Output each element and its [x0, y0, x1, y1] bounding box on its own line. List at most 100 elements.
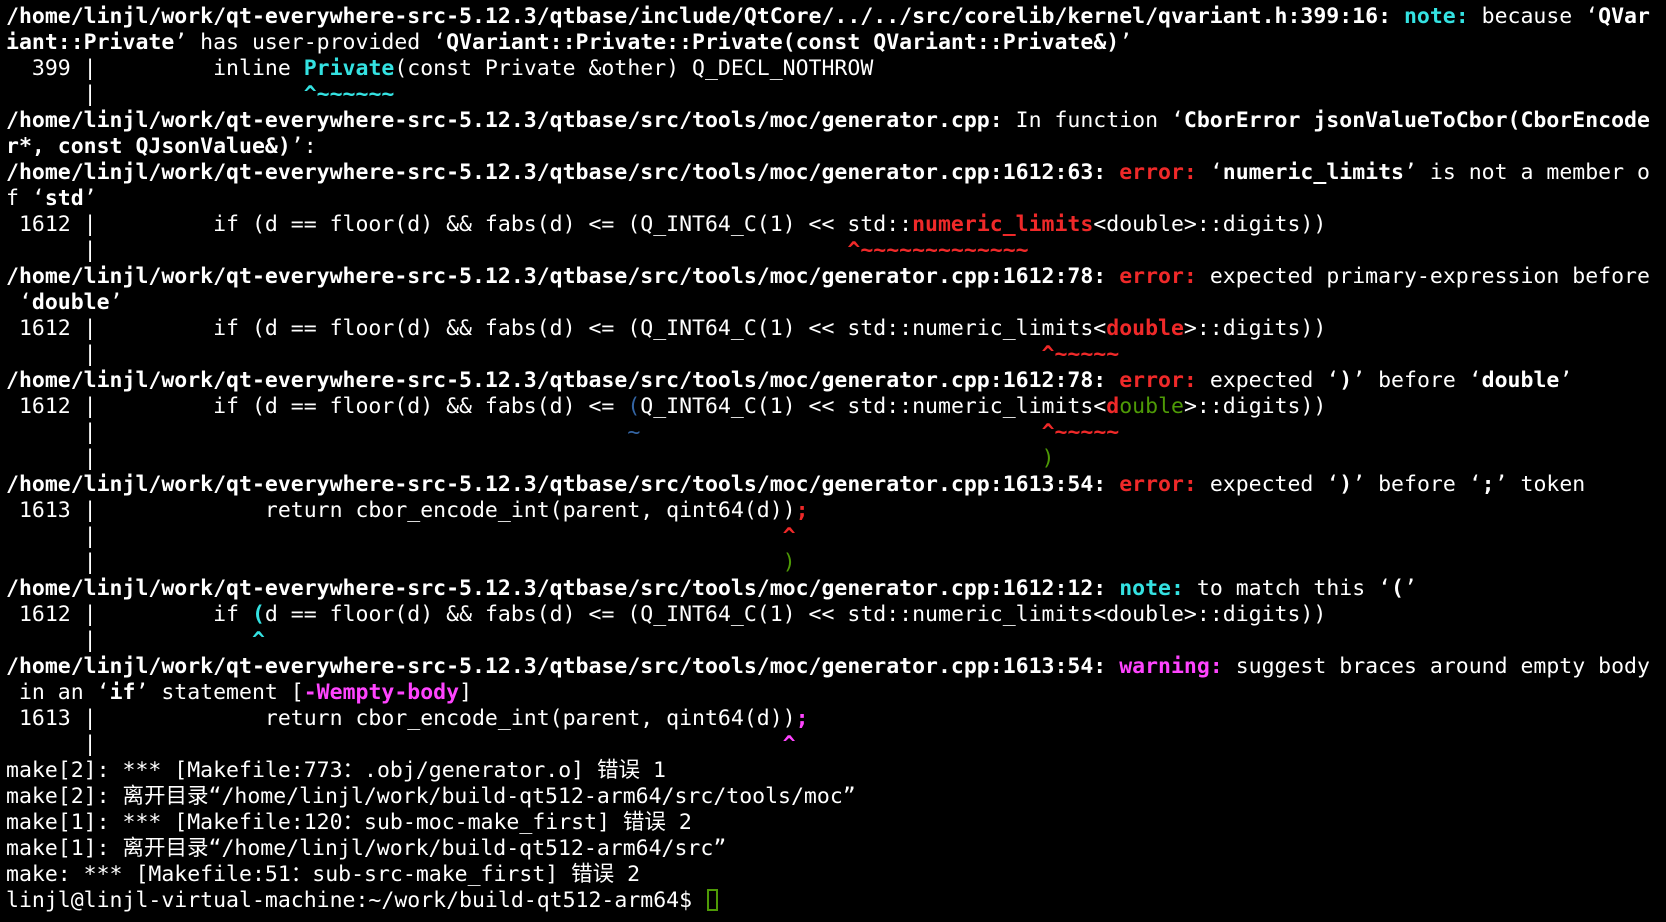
- output-line: /home/linjl/work/qt-everywhere-src-5.12.…: [6, 108, 1666, 134]
- output-segment: ;: [795, 706, 809, 731]
- output-segment: /home/linjl/work/qt-everywhere-src-5.12.…: [6, 264, 1120, 289]
- output-segment: 1613 | return cbor_encode_int(parent, qi…: [6, 498, 796, 523]
- output-segment: expected ‘: [1196, 472, 1340, 497]
- terminal-window[interactable]: /home/linjl/work/qt-everywhere-src-5.12.…: [0, 0, 1666, 922]
- output-segment: 1612 | if (d == floor(d) && fabs(d) <= (…: [6, 316, 1107, 341]
- output-segment: ’: [1404, 576, 1417, 601]
- output-line: r*, const QJsonValue&)’:: [6, 134, 1666, 160]
- output-segment: make[1]: 离开目录“/home/linjl/work/build-qt5…: [6, 836, 727, 861]
- output-segment: |: [6, 82, 304, 107]
- output-segment: ’ before ‘: [1352, 368, 1482, 393]
- output-segment: ’ is not a member o: [1403, 160, 1650, 185]
- output-segment: ’:: [290, 134, 317, 159]
- output-segment: 1612 | if: [6, 602, 252, 627]
- output-line: 1612 | if (d == floor(d) && fabs(d) <= (…: [6, 394, 1666, 420]
- output-segment: because ‘: [1468, 4, 1599, 29]
- output-segment: /home/linjl/work/qt-everywhere-src-5.12.…: [6, 4, 1404, 29]
- output-line: | ^~~~~~~: [6, 82, 1666, 108]
- output-segment: error:: [1119, 160, 1197, 185]
- output-segment: iant::Private: [6, 30, 175, 55]
- output-segment: ‘: [1196, 160, 1223, 185]
- output-segment: numeric_limits: [1222, 160, 1404, 185]
- output-segment: std: [44, 186, 84, 211]
- output-segment: ’: [1559, 368, 1573, 393]
- output-segment: /home/linjl/work/qt-everywhere-src-5.12.…: [6, 160, 1120, 185]
- output-segment: <double>::digits)): [1093, 212, 1327, 237]
- output-segment: ‘: [6, 290, 32, 315]
- output-segment: (: [1391, 576, 1404, 601]
- output-line: /home/linjl/work/qt-everywhere-src-5.12.…: [6, 264, 1666, 290]
- output-segment: CborError jsonValueToCbor(CborEncode: [1183, 108, 1650, 133]
- output-segment: double: [1106, 316, 1184, 341]
- output-line: | ^~~~~~~~~~~~~~: [6, 238, 1666, 264]
- output-segment: ^: [251, 628, 265, 653]
- output-segment: [640, 420, 1041, 445]
- output-segment: ;: [795, 498, 809, 523]
- output-segment: ’: [1119, 30, 1133, 55]
- output-line: /home/linjl/work/qt-everywhere-src-5.12.…: [6, 368, 1666, 394]
- output-line: | ^: [6, 628, 1666, 654]
- output-line: make[1]: 离开目录“/home/linjl/work/build-qt5…: [6, 836, 1666, 862]
- output-line: make: *** [Makefile:51：sub-src-make_firs…: [6, 862, 1666, 888]
- output-segment: ): [1339, 472, 1353, 497]
- output-segment: |: [6, 446, 1042, 471]
- output-segment: (: [627, 394, 641, 419]
- output-segment: make: *** [Makefile:51：sub-src-make_firs…: [6, 862, 641, 887]
- output-segment: QVar: [1598, 4, 1650, 29]
- output-segment: -Wempty-body: [303, 680, 460, 705]
- output-segment: ^: [782, 524, 796, 549]
- output-segment: QVariant::Private::Private(const QVarian…: [446, 30, 1120, 55]
- output-segment: ^~~~~~: [1041, 342, 1120, 367]
- output-segment: in an ‘: [6, 680, 110, 705]
- output-segment: ): [782, 550, 796, 575]
- output-segment: ’: [83, 186, 97, 211]
- output-segment: ;: [1481, 472, 1495, 497]
- output-segment: ): [1339, 368, 1353, 393]
- output-segment: r*, const QJsonValue&): [6, 134, 291, 159]
- output-line: /home/linjl/work/qt-everywhere-src-5.12.…: [6, 160, 1666, 186]
- output-segment: double: [1481, 368, 1560, 393]
- output-segment: ^~~~~~: [1041, 420, 1120, 445]
- output-segment: d: [1106, 394, 1120, 419]
- output-segment: Private: [303, 56, 395, 81]
- output-segment: |: [6, 732, 783, 757]
- output-segment: expected ‘: [1196, 368, 1340, 393]
- output-segment: make[2]: 离开目录“/home/linjl/work/build-qt5…: [6, 784, 856, 809]
- output-segment: error:: [1119, 368, 1197, 393]
- output-line: in an ‘if’ statement [-Wempty-body]: [6, 680, 1666, 706]
- shell-prompt: linjl@linjl-virtual-machine:~/work/build…: [6, 888, 705, 913]
- output-segment: ): [1041, 446, 1055, 471]
- output-segment: numeric_limits: [912, 212, 1094, 237]
- output-line: ‘double’: [6, 290, 1666, 316]
- output-segment: |: [6, 628, 252, 653]
- output-line: | ^: [6, 732, 1666, 758]
- output-segment: 1612 | if (d == floor(d) && fabs(d) <= (…: [6, 212, 913, 237]
- output-segment: (const Private &other) Q_DECL_NOTHROW: [394, 56, 874, 81]
- output-segment: 399 | inline: [6, 56, 304, 81]
- output-segment: ’ statement [: [135, 680, 304, 705]
- output-segment: (: [251, 602, 265, 627]
- output-segment: In function ‘: [1002, 108, 1184, 133]
- output-line: f ‘std’: [6, 186, 1666, 212]
- output-segment: /home/linjl/work/qt-everywhere-src-5.12.…: [6, 368, 1120, 393]
- output-segment: |: [6, 238, 848, 263]
- output-segment: d == floor(d) && fabs(d) <= (Q_INT64_C(1…: [264, 602, 1327, 627]
- output-segment: |: [6, 550, 783, 575]
- output-segment: 1612 | if (d == floor(d) && fabs(d) <=: [6, 394, 628, 419]
- output-line: make[2]: 离开目录“/home/linjl/work/build-qt5…: [6, 784, 1666, 810]
- output-segment: ’: [109, 290, 123, 315]
- output-line: | ): [6, 446, 1666, 472]
- output-segment: double: [31, 290, 110, 315]
- output-segment: |: [6, 524, 783, 549]
- output-line: make[2]: *** [Makefile:773：.obj/generato…: [6, 758, 1666, 784]
- prompt-line[interactable]: linjl@linjl-virtual-machine:~/work/build…: [6, 888, 1666, 914]
- output-segment: /home/linjl/work/qt-everywhere-src-5.12.…: [6, 108, 1003, 133]
- output-segment: warning:: [1119, 654, 1223, 679]
- output-line: iant::Private’ has user-provided ‘QVaria…: [6, 30, 1666, 56]
- output-segment: Q_INT64_C(1) << std::numeric_limits<: [640, 394, 1107, 419]
- output-segment: 1613 | return cbor_encode_int(parent, qi…: [6, 706, 796, 731]
- output-segment: ouble: [1119, 394, 1184, 419]
- output-segment: |: [6, 342, 1042, 367]
- output-segment: |: [6, 420, 628, 445]
- output-segment: make[2]: *** [Makefile:773：.obj/generato…: [6, 758, 666, 783]
